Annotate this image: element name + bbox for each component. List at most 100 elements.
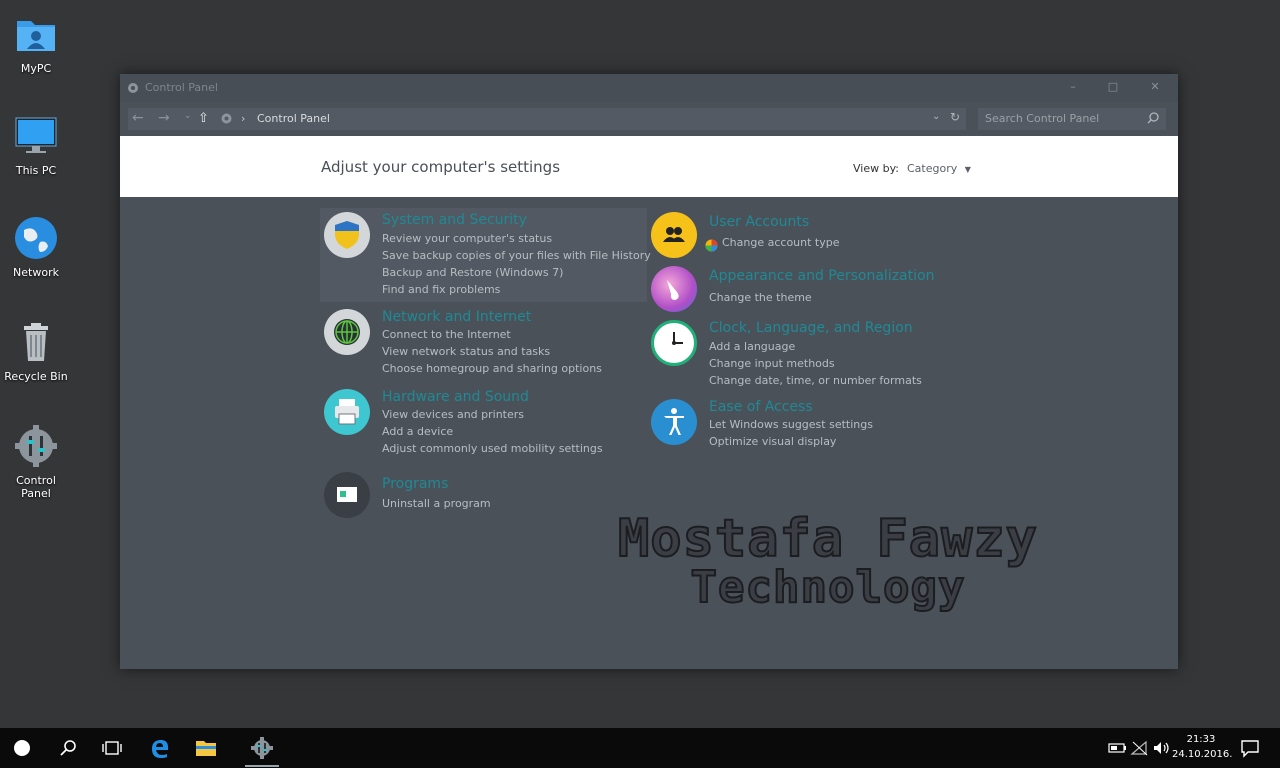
back-arrow-icon[interactable]: ← [132,110,144,126]
users-icon [651,212,697,258]
network-globe-icon [324,309,370,355]
category-link[interactable]: Change the theme [709,291,812,304]
category-title[interactable]: System and Security [382,212,527,228]
category-link[interactable]: Let Windows suggest settings [709,418,873,431]
clock-icon [651,320,697,366]
start-circle-icon [14,740,30,756]
clock-time: 21:33 [1186,734,1216,745]
forward-arrow-icon[interactable]: → [158,110,170,126]
category-link[interactable]: Save backup copies of your files with Fi… [382,249,651,262]
recent-locations-chevron-icon[interactable]: ⌄ [184,111,192,121]
magnifier-icon [60,740,76,756]
category-title[interactable]: Appearance and Personalization [709,268,934,284]
shield-icon [324,212,370,258]
system-clock[interactable]: 21:33 24.10.2016. [1172,732,1233,762]
close-icon: ✕ [1150,80,1160,93]
wifi-tray-icon[interactable] [1128,736,1152,760]
view-by-value: Category [907,162,958,175]
task-view-button[interactable] [100,736,124,760]
desktop-icon-recycle-bin[interactable]: Recycle Bin [0,320,72,383]
category-link[interactable]: Choose homegroup and sharing options [382,362,602,375]
category-link[interactable]: View devices and printers [382,408,524,421]
notification-icon [1241,740,1259,758]
category-title[interactable]: Ease of Access [709,399,813,415]
desktop-icon-mypc[interactable]: MyPC [0,12,72,75]
active-app-indicator [245,765,279,767]
category-title[interactable]: Network and Internet [382,309,531,325]
search-icon[interactable] [1146,111,1160,125]
control-panel-taskbar-button[interactable] [250,736,274,760]
search-taskbar-button[interactable] [56,736,80,760]
folder-icon [196,741,216,756]
minimize-icon: – [1070,80,1076,93]
edge-icon [152,740,169,758]
programs-icon [324,472,370,518]
title-bar[interactable]: Control Panel – □ ✕ [120,74,1178,102]
globe-icon [14,216,58,260]
task-view-icon [102,741,122,755]
close-button[interactable]: ✕ [1140,80,1170,93]
up-arrow-icon[interactable]: ⇧ [198,111,209,126]
desktop-icon-label: MyPC [20,62,52,75]
dropdown-caret-icon: ▼ [964,165,971,174]
category-title[interactable]: User Accounts [709,214,809,230]
minimize-button[interactable]: – [1058,80,1088,93]
category-link[interactable]: Backup and Restore (Windows 7) [382,266,563,279]
palette-icon [651,266,697,312]
start-button[interactable] [10,736,34,760]
page-title: Adjust your computer's settings [321,158,561,176]
category-title[interactable]: Clock, Language, and Region [709,320,913,336]
user-folder-icon [14,12,58,56]
breadcrumb-control-panel[interactable]: Control Panel [257,112,330,125]
category-link[interactable]: Connect to the Internet [382,328,511,341]
watermark-line-2: Technology [690,562,966,613]
address-bar[interactable]: ← → ⌄ ⇧ › Control Panel ⌄ ↻ [128,108,966,130]
category-link[interactable]: Change date, time, or number formats [709,374,922,387]
window-title: Control Panel [145,81,218,94]
maximize-button[interactable]: □ [1098,80,1128,93]
desktop-icon-label: Recycle Bin [4,370,68,383]
category-link[interactable]: Add a device [382,425,453,438]
battery-icon [1108,743,1126,753]
volume-tray-icon[interactable] [1150,736,1174,760]
printer-icon [324,389,370,435]
desktop-icon-label: This PC [15,164,57,177]
view-by-dropdown[interactable]: Category ▼ [907,162,971,175]
desktop-icon-control-panel[interactable]: Control Panel [0,424,72,500]
accessibility-icon [651,399,697,445]
category-title[interactable]: Programs [382,476,448,492]
search-input[interactable]: Search Control Panel [978,108,1166,130]
recycle-bin-icon [14,320,58,364]
shield-color-icon [705,237,718,252]
control-panel-small-icon [126,81,140,95]
category-title[interactable]: Hardware and Sound [382,389,529,405]
category-link[interactable]: Change account type [722,236,840,249]
category-link[interactable]: Adjust commonly used mobility settings [382,442,603,455]
maximize-icon: □ [1107,80,1119,93]
wifi-icon [1130,740,1148,756]
battery-tray-icon[interactable] [1106,736,1130,760]
watermark: Mostafa Fawzy Technology [608,509,1048,613]
category-link[interactable]: View network status and tasks [382,345,550,358]
search-placeholder: Search Control Panel [985,112,1100,125]
clock-date: 24.10.2016. [1172,749,1233,760]
address-dropdown-chevron-icon[interactable]: ⌄ [932,111,940,122]
file-explorer-button[interactable] [194,736,218,760]
action-center-button[interactable] [1238,736,1262,760]
watermark-line-1: Mostafa Fawzy [617,509,1038,569]
path-separator: › [241,112,246,125]
edge-browser-button[interactable] [148,736,172,760]
refresh-icon[interactable]: ↻ [950,110,960,124]
category-link[interactable]: Change input methods [709,357,835,370]
category-link[interactable]: Find and fix problems [382,283,500,296]
control-panel-gear-icon [251,737,273,759]
category-link[interactable]: Uninstall a program [382,497,491,510]
view-by-label: View by: [853,162,899,175]
category-link[interactable]: Optimize visual display [709,435,836,448]
desktop-icon-this-pc[interactable]: This PC [0,114,72,177]
desktop-icon-network[interactable]: Network [0,216,72,279]
desktop-icon-label: Control Panel [16,474,56,500]
category-link[interactable]: Add a language [709,340,795,353]
category-link[interactable]: Review your computer's status [382,232,552,245]
speaker-icon [1154,742,1169,754]
